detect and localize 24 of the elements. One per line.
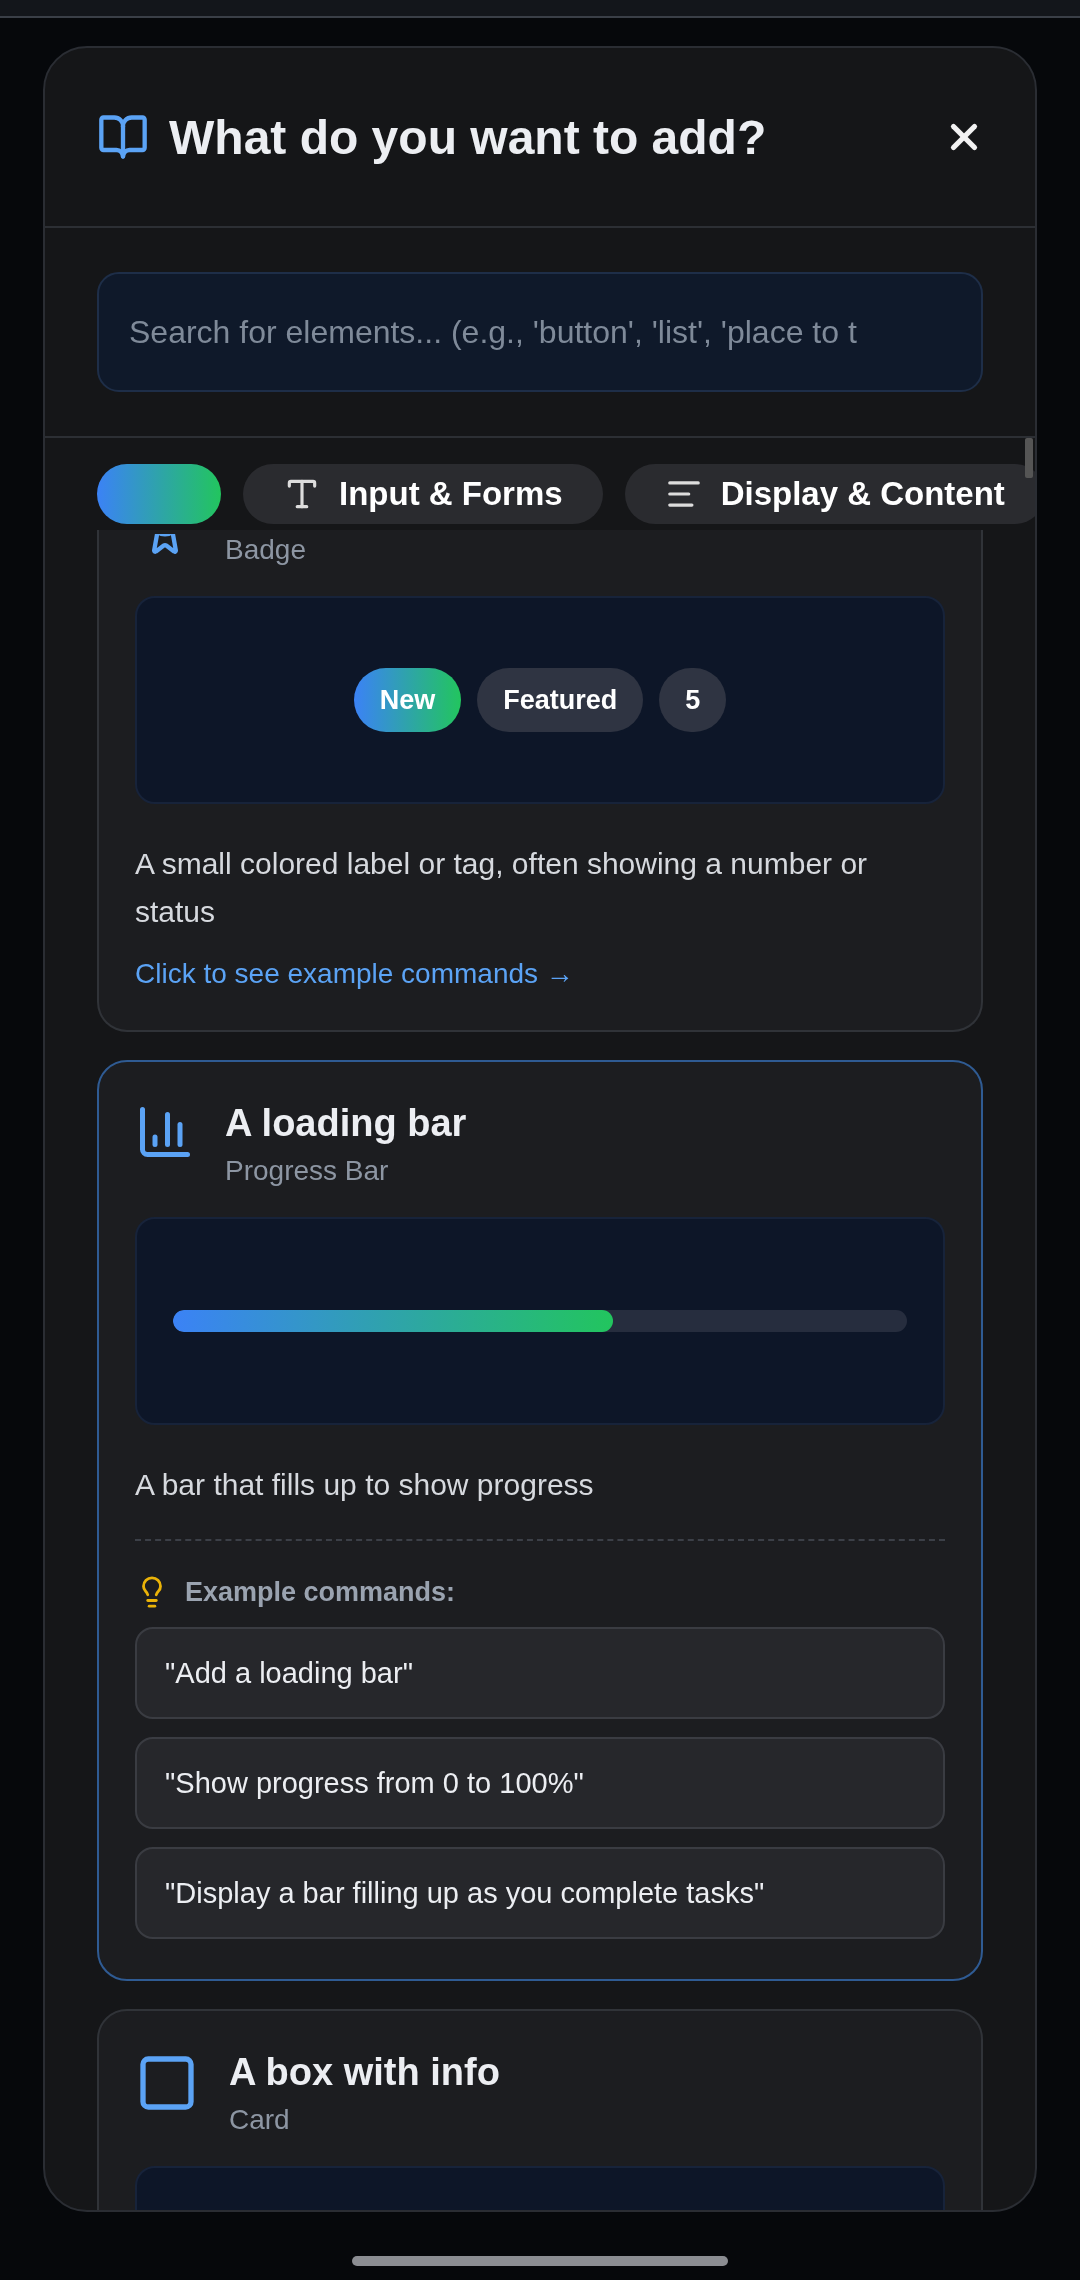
card-description: A small colored label or tag, often showing a number or status [135,846,869,930]
element-card[interactable]: A box with info Card [97,2009,983,2210]
card-subtitle: Progress Bar [225,1155,390,1187]
badge: 5 [659,668,727,732]
card-subtitle: Card [229,2104,291,2136]
category-tab[interactable]: Input & Forms [243,464,603,524]
badge: Featured [477,668,644,732]
element-card[interactable]: A loading bar Progress Bar A bar that fills up to show progress Example commands: "Add a loading bar" "Show progress from 0 to 100%" "Display a bar filling up as you complete tasks" [97,1060,983,1981]
category-tab[interactable]: Display & Content [624,464,1035,524]
examples-link[interactable]: Click to see example commands → [135,958,945,990]
card-title: A loading bar [225,1102,467,1145]
examples-heading: Example commands: [185,1576,456,1608]
example-command[interactable]: "Add a loading bar" [135,1627,945,1719]
search-field[interactable]: Search for elements... (e.g., 'button', 'list', 'place to t [97,272,983,392]
badge: New [353,668,462,732]
example-command[interactable]: "Show progress from 0 to 100%" [135,1737,945,1829]
dialog-title: What do you want to add? [169,109,768,165]
category-tab[interactable] [97,464,221,524]
card-subtitle: Badge [225,534,306,566]
card-description: A bar that fills up to show progress [135,1467,595,1503]
element-card[interactable]: Badge New Featured 5 A small colored label or tag, often showing a number or status Click to see example commands → [97,530,983,1032]
scrollbar[interactable] [1025,438,1033,478]
example-command[interactable]: "Display a bar filling up as you complete tasks" [135,1847,945,1939]
card-title: A box with info [229,2051,500,2094]
